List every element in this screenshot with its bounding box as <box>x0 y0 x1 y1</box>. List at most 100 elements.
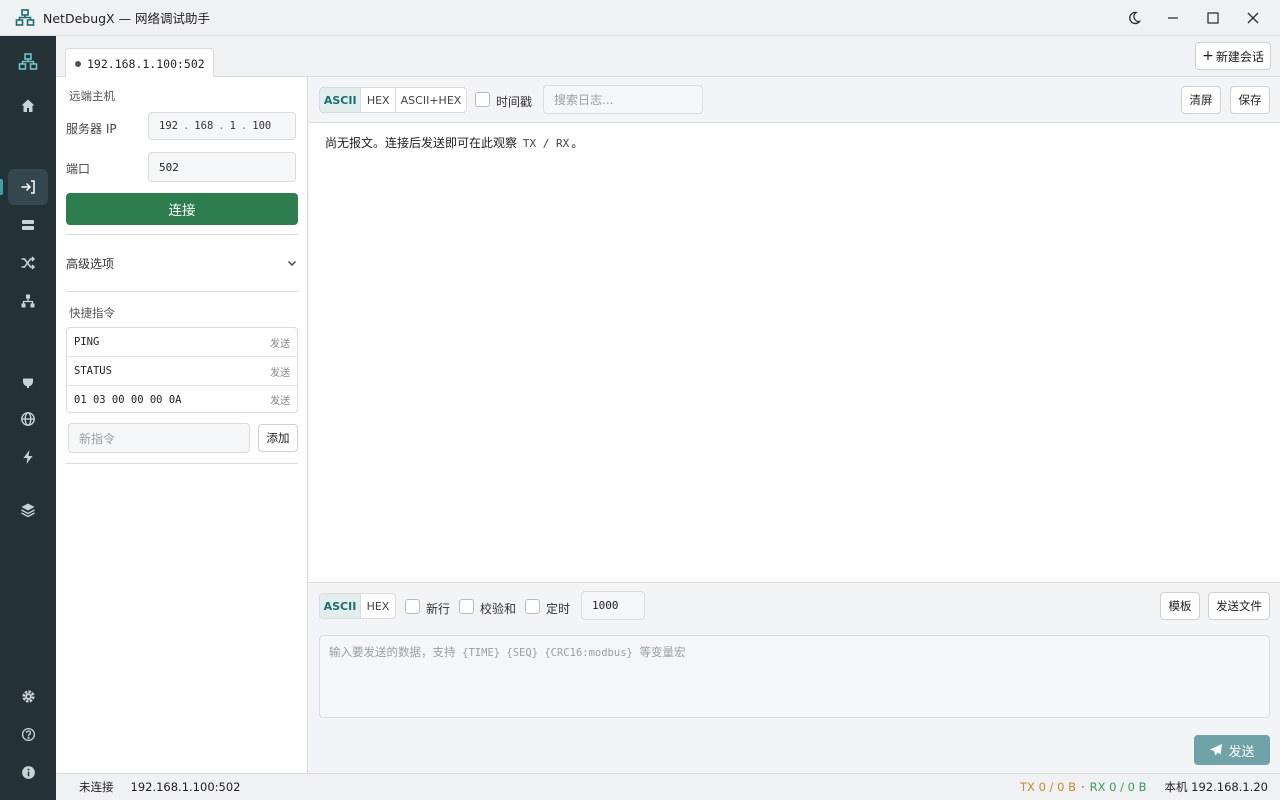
globe-icon[interactable] <box>8 401 48 437</box>
send-file-label: 发送文件 <box>1216 599 1262 613</box>
timestamp-checkbox[interactable] <box>475 92 490 107</box>
network-icon[interactable] <box>8 44 48 80</box>
new-session-button[interactable]: + 新建会话 <box>1195 42 1271 70</box>
ip-octet-3[interactable]: 1 <box>230 120 236 132</box>
clear-log-label: 清屏 <box>1189 93 1213 107</box>
port-value: 502 <box>159 160 179 174</box>
log-mode-ascii[interactable]: ASCII <box>320 88 362 112</box>
send-mode-hex[interactable]: HEX <box>361 594 395 618</box>
template-button[interactable]: 模板 <box>1160 592 1200 620</box>
info-icon[interactable] <box>8 754 48 790</box>
shuffle-icon[interactable] <box>8 245 48 281</box>
connection-status: 未连接 <box>79 780 114 794</box>
title-bar: NetDebugX — 网络调试助手 <box>0 0 1280 36</box>
connect-button[interactable]: 连接 <box>66 193 298 225</box>
remote-host-section-label: 远端主机 <box>69 89 115 103</box>
divider <box>66 234 298 235</box>
log-empty-message: 尚无报文。连接后发送即可在此观察 TX / RX。 <box>325 134 583 151</box>
new-command-input[interactable]: 新指令 <box>68 423 250 453</box>
quick-command-text: 01 03 00 00 00 0A <box>74 393 182 406</box>
ip-octet-4[interactable]: 100 <box>252 120 271 132</box>
timer-interval-input[interactable]: 1000 <box>581 591 645 620</box>
sitemap-icon[interactable] <box>8 283 48 319</box>
window-title: NetDebugX — 网络调试助手 <box>43 11 211 26</box>
plug-icon[interactable] <box>8 363 48 399</box>
log-mode-hex[interactable]: HEX <box>361 88 396 112</box>
login-icon[interactable] <box>0 169 48 205</box>
sidebar <box>0 36 56 800</box>
advanced-options-label: 高级选项 <box>66 256 115 271</box>
send-file-button[interactable]: 发送文件 <box>1208 592 1270 620</box>
new-command-placeholder: 新指令 <box>79 431 116 446</box>
close-icon[interactable] <box>1233 0 1273 36</box>
quick-command-text: STATUS <box>74 365 112 377</box>
app-logo-icon <box>15 8 35 26</box>
send-input[interactable]: 输入要发送的数据，支持 {TIME} {SEQ} {CRC16:modbus} … <box>319 635 1270 718</box>
connect-label: 连接 <box>168 203 196 219</box>
server-icon[interactable] <box>8 207 48 243</box>
dark-mode-icon[interactable] <box>1114 0 1154 36</box>
log-empty-text: 尚无报文。连接后发送即可在此观察 <box>325 136 518 150</box>
divider <box>66 291 298 292</box>
newline-label: 新行 <box>426 602 451 616</box>
local-address: 本机 192.168.1.20 <box>1164 780 1268 794</box>
new-session-label: 新建会话 <box>1215 49 1264 64</box>
help-icon[interactable] <box>8 716 48 752</box>
send-placeholder-prefix: 输入要发送的数据，支持 <box>329 645 456 659</box>
paper-plane-icon <box>1210 744 1223 756</box>
log-search-input[interactable]: 搜索日志... <box>543 85 703 114</box>
rx-counter: RX 0 / 0 B <box>1089 780 1147 794</box>
plus-icon: + <box>1202 48 1214 64</box>
server-ip-label: 服务器 IP <box>66 122 117 136</box>
port-label: 端口 <box>66 162 91 176</box>
newline-checkbox[interactable] <box>405 599 420 614</box>
gear-icon[interactable] <box>8 678 48 714</box>
send-button[interactable]: 发送 <box>1194 735 1270 765</box>
ip-octet-1[interactable]: 192 <box>159 120 178 132</box>
quick-command-item[interactable]: STATUS 发送 <box>67 357 297 386</box>
save-log-button[interactable]: 保存 <box>1230 86 1270 114</box>
ip-octet-2[interactable]: 168 <box>194 120 213 132</box>
log-search-placeholder: 搜索日志... <box>554 93 614 107</box>
home-icon[interactable] <box>8 88 48 124</box>
clear-log-button[interactable]: 清屏 <box>1181 86 1221 114</box>
log-empty-tx-rx: TX / RX <box>522 137 570 150</box>
send-label: 发送 <box>1228 744 1255 760</box>
send-toolbar: ASCII HEX 新行 校验和 定时 1000 模板 发送文件 <box>309 584 1280 628</box>
session-tab[interactable]: 192.168.1.100:502 <box>65 48 214 78</box>
timer-checkbox[interactable] <box>525 599 540 614</box>
status-separator: · <box>1080 780 1085 794</box>
tx-counter: TX 0 / 0 B <box>1020 780 1076 794</box>
log-mode-ascii-hex[interactable]: ASCII+HEX <box>396 88 466 112</box>
layers-icon[interactable] <box>8 492 48 528</box>
server-ip-field[interactable]: 192 . 168 . 1 . 100 <box>148 112 296 140</box>
advanced-options-toggle[interactable]: 高级选项 <box>66 247 298 279</box>
timer-interval-value: 1000 <box>592 599 619 612</box>
send-placeholder-suffix: 等变量宏 <box>639 645 686 659</box>
send-mode-ascii[interactable]: ASCII <box>320 594 361 618</box>
minimize-icon[interactable] <box>1153 0 1193 36</box>
log-display-mode: ASCII HEX ASCII+HEX <box>319 87 467 113</box>
checksum-checkbox[interactable] <box>459 599 474 614</box>
bolt-icon[interactable] <box>8 439 48 475</box>
connection-panel: 远端主机 服务器 IP 192 . 168 . 1 . 100 端口 502 连… <box>56 77 308 773</box>
port-input[interactable]: 502 <box>148 152 296 182</box>
quick-command-item[interactable]: PING 发送 <box>67 328 297 357</box>
quick-command-send-button[interactable]: 发送 <box>270 364 290 379</box>
quick-command-item[interactable]: 01 03 00 00 00 0A 发送 <box>67 385 297 414</box>
quick-command-send-button[interactable]: 发送 <box>270 335 290 350</box>
timer-label: 定时 <box>546 602 571 616</box>
log-view[interactable]: 尚无报文。连接后发送即可在此观察 TX / RX。 <box>309 123 1280 583</box>
add-command-button[interactable]: 添加 <box>258 424 298 452</box>
quick-command-send-button[interactable]: 发送 <box>270 392 290 407</box>
maximize-icon[interactable] <box>1193 0 1233 36</box>
quick-commands-section-label: 快捷指令 <box>69 306 115 320</box>
timestamp-label: 时间戳 <box>496 95 533 109</box>
send-placeholder-macros: {TIME} {SEQ} {CRC16:modbus} <box>462 647 633 659</box>
tab-status-dot <box>75 60 81 67</box>
template-label: 模板 <box>1168 599 1192 613</box>
active-indicator <box>0 179 3 195</box>
checksum-label: 校验和 <box>480 602 517 616</box>
session-tab-strip: 192.168.1.100:502 + 新建会话 <box>56 36 1280 78</box>
status-bar: 未连接 192.168.1.100:502 TX 0 / 0 B · RX 0 … <box>56 773 1280 800</box>
